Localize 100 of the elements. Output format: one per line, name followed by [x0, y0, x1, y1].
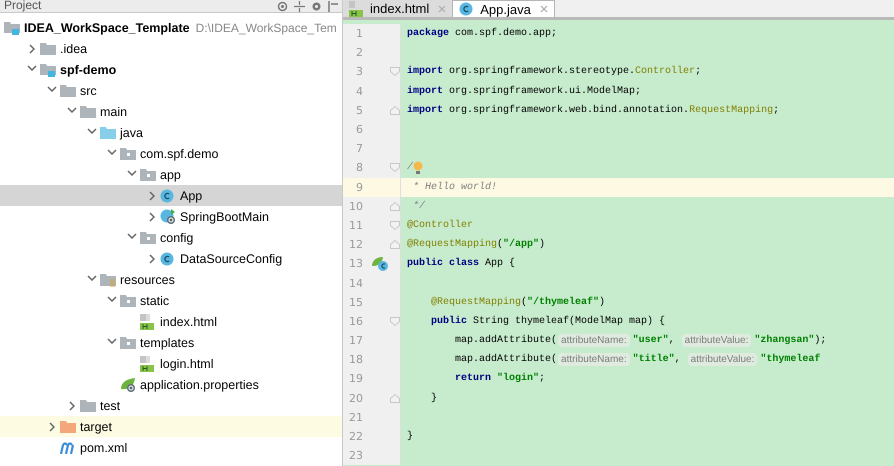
line-number: 12	[348, 238, 363, 252]
item-label: login.html	[160, 356, 214, 370]
item-label: DataSourceConfig	[180, 252, 282, 266]
line-number: 14	[348, 276, 363, 290]
item-label: spf-demo	[60, 62, 116, 76]
tree-item[interactable]: static	[0, 290, 342, 311]
parameter-hint: attributeValue:	[682, 334, 752, 348]
module-folder-icon	[40, 62, 56, 76]
tree-item[interactable]: .idea	[0, 38, 342, 59]
code-string: "/app"	[503, 239, 540, 250]
chevron-right-icon[interactable]	[149, 212, 155, 222]
tree-item[interactable]: DataSourceConfig	[0, 248, 342, 269]
chevron-down-icon[interactable]	[67, 106, 77, 112]
chevron-down-icon[interactable]	[107, 338, 117, 344]
code-text: )	[539, 239, 546, 250]
item-label: static	[140, 294, 170, 308]
code-text: )	[599, 296, 606, 308]
code-annotation: Controller	[635, 66, 696, 78]
chevron-down-icon[interactable]	[127, 170, 137, 176]
line-number: 10	[348, 200, 363, 213]
panel-title[interactable]: Project	[4, 0, 42, 11]
collapse-icon[interactable]	[294, 1, 305, 12]
item-label: target	[80, 420, 112, 434]
code-string: "user"	[632, 335, 669, 346]
chevron-down-icon[interactable]	[107, 148, 117, 154]
item-label: src	[80, 84, 97, 98]
tree-item[interactable]: login.html	[0, 353, 342, 374]
item-path: D:\IDEA_WorkSpace_Tem	[196, 20, 337, 34]
item-label: SpringBootMain	[180, 210, 269, 224]
chevron-down-icon[interactable]	[27, 64, 37, 70]
code-annotation: @RequestMapping	[407, 239, 498, 250]
tree-item[interactable]: resources	[0, 269, 342, 290]
package-icon	[140, 231, 156, 244]
tree-item[interactable]: src	[0, 80, 342, 101]
code-text: ;	[539, 373, 546, 384]
code-text: map.addAttribute(	[455, 335, 558, 346]
item-label: com.spf.demo	[140, 146, 219, 160]
resources-folder-icon	[100, 272, 116, 286]
tree-item[interactable]: config	[0, 227, 342, 248]
code-keyword: package	[407, 28, 450, 40]
tree-item[interactable]: main	[0, 101, 342, 122]
class-icon	[459, 2, 474, 16]
line-number: 4	[355, 84, 363, 98]
spring-class-icon[interactable]	[371, 256, 389, 272]
code-keyword: public class	[407, 258, 480, 270]
chevron-right-icon[interactable]	[49, 422, 55, 432]
code-text: (	[497, 239, 504, 250]
chevron-right-icon[interactable]	[149, 254, 155, 264]
chevron-down-icon[interactable]	[127, 232, 137, 238]
code-text: }	[407, 431, 414, 442]
code-keyword: public	[431, 316, 468, 327]
settings-icon[interactable]	[311, 1, 322, 12]
line-number: 9	[355, 180, 363, 194]
chevron-down-icon[interactable]	[87, 128, 97, 134]
editor-tab[interactable]: App.java	[453, 0, 555, 17]
tree-item[interactable]: index.html	[0, 311, 342, 332]
line-number: 11	[348, 218, 363, 232]
tree-item[interactable]: java	[0, 122, 342, 143]
tree-item[interactable]: target	[0, 416, 342, 437]
chevron-down-icon[interactable]	[107, 296, 117, 302]
class-icon	[160, 252, 174, 266]
hide-icon[interactable]	[328, 1, 338, 12]
line-number: 21	[348, 410, 363, 424]
lightbulb-icon[interactable]	[413, 160, 424, 175]
html-file-icon	[140, 356, 154, 372]
tree-item[interactable]: test	[0, 395, 342, 416]
tree-item[interactable]: com.spf.demo	[0, 143, 342, 164]
tree-item[interactable]: spf-demo	[0, 59, 342, 80]
item-label: application.properties	[140, 378, 259, 392]
code-string: "title"	[632, 354, 675, 366]
chevron-right-icon[interactable]	[149, 190, 155, 200]
tree-item[interactable]: App	[0, 185, 342, 206]
line-number: 23	[348, 449, 363, 462]
code-text: ;	[773, 104, 780, 116]
code-text: );	[814, 335, 826, 346]
item-label: test	[100, 398, 120, 412]
tree-item[interactable]: app	[0, 164, 342, 185]
editor-tab[interactable]: index.html	[343, 0, 454, 17]
locate-icon[interactable]	[277, 1, 288, 12]
code-keyword: import	[407, 66, 444, 78]
tree-item[interactable]: templates	[0, 332, 342, 353]
code-text: (	[521, 296, 528, 308]
code-text: org.springframework.web.bind.annotation.	[448, 104, 690, 116]
chevron-down-icon[interactable]	[47, 86, 57, 92]
line-number: 3	[355, 65, 363, 78]
folder-icon	[80, 399, 96, 412]
tree-item[interactable]: SpringBootMain	[0, 206, 342, 227]
tree-item[interactable]: IDEA_WorkSpace_Template D:\IDEA_WorkSpace_Tem	[0, 17, 342, 38]
folder-icon	[60, 420, 76, 433]
line-number: 13	[348, 257, 363, 270]
tree-item[interactable]: application.properties	[0, 374, 342, 395]
line-number: 20	[348, 392, 363, 405]
tree-item[interactable]: pom.xml	[0, 437, 342, 458]
code-comment: /	[407, 162, 414, 174]
chevron-right-icon[interactable]	[69, 400, 75, 410]
folder-icon	[100, 126, 116, 139]
chevron-right-icon[interactable]	[29, 44, 35, 54]
code-string: "thymeleaf	[760, 354, 820, 366]
chevron-down-icon[interactable]	[87, 274, 97, 280]
code-text: App {	[484, 258, 516, 270]
